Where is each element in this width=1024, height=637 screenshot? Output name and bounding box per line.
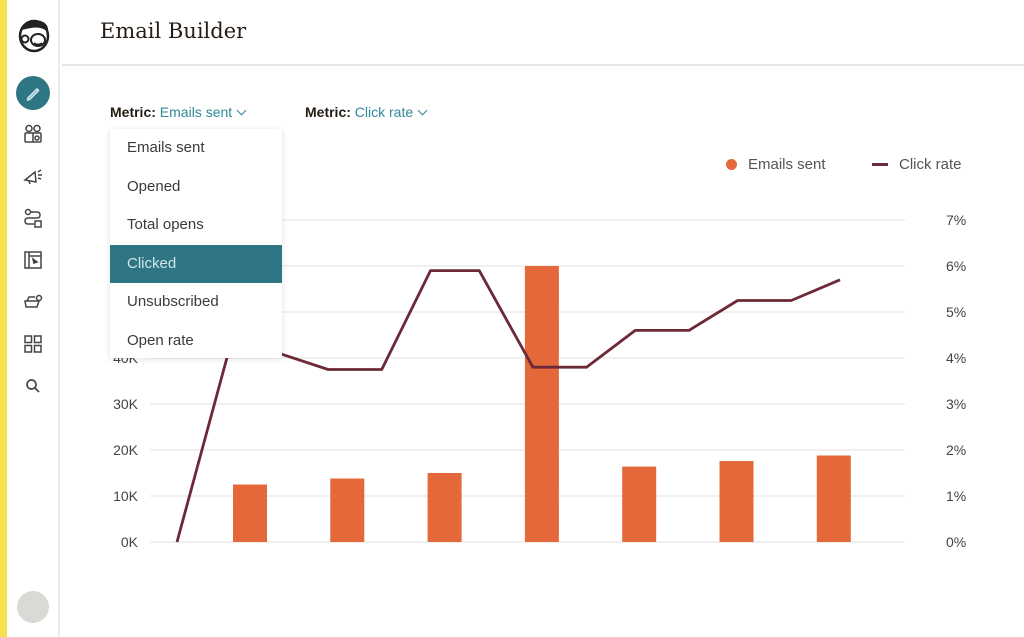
right-axis-tick: 7% (946, 212, 966, 228)
left-axis-tick: 10K (113, 488, 139, 504)
bar-emails-sent[interactable] (816, 455, 851, 542)
bar-emails-sent[interactable] (622, 466, 657, 542)
dropdown-option-opened[interactable]: Opened (110, 168, 282, 207)
left-axis-tick: 20K (113, 442, 139, 458)
left-axis-tick: 30K (113, 396, 139, 412)
right-axis-tick: 6% (946, 258, 966, 274)
metric-dropdown-menu: Emails sent Opened Total opens Clicked U… (110, 129, 282, 358)
right-axis-tick: 3% (946, 396, 966, 412)
right-axis-tick: 2% (946, 442, 966, 458)
right-axis-tick: 4% (946, 350, 966, 366)
dropdown-option-emails-sent[interactable]: Emails sent (110, 129, 282, 168)
bar-emails-sent[interactable] (330, 478, 365, 542)
dropdown-option-open-rate[interactable]: Open rate (110, 322, 282, 361)
left-axis-tick: 0K (121, 534, 139, 550)
dropdown-option-clicked[interactable]: Clicked (110, 244, 282, 283)
right-axis-tick: 5% (946, 304, 966, 320)
right-axis-tick: 0% (946, 534, 966, 550)
bar-emails-sent[interactable] (427, 473, 462, 542)
bar-emails-sent[interactable] (719, 461, 754, 542)
bar-emails-sent[interactable] (524, 266, 559, 542)
right-axis-tick: 1% (946, 488, 966, 504)
dropdown-option-total-opens[interactable]: Total opens (110, 206, 282, 245)
bar-emails-sent[interactable] (233, 484, 267, 543)
dropdown-option-unsubscribed[interactable]: Unsubscribed (110, 283, 282, 322)
